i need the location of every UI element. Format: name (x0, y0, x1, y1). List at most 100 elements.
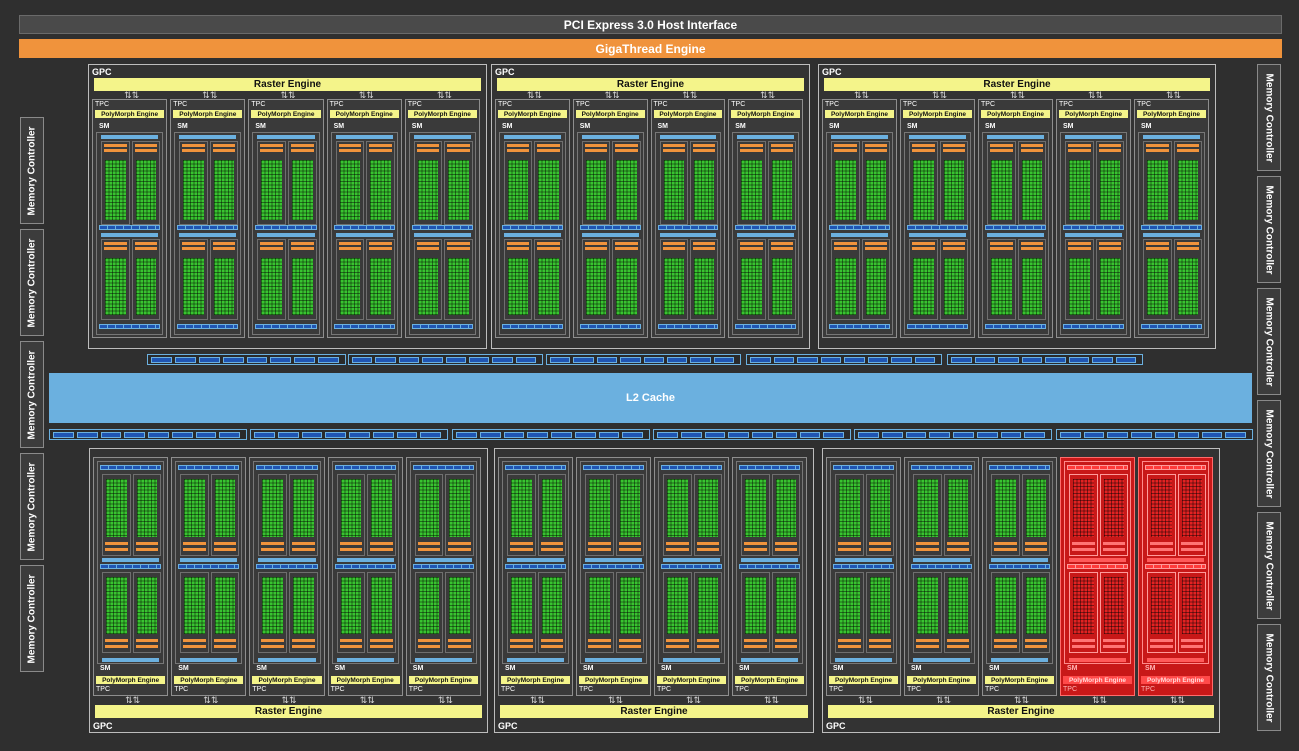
instruction-buffer (588, 639, 611, 642)
register-file (657, 224, 719, 230)
warp-scheduler (615, 246, 638, 250)
instruction-buffer (615, 144, 638, 147)
cuda-cores (106, 479, 127, 537)
sm-processing-block (1143, 238, 1172, 320)
sm-texture-cache (741, 557, 798, 562)
sm-processing-block (367, 474, 396, 556)
instruction-buffer (740, 241, 763, 245)
crossbar-top-5 (947, 354, 1143, 365)
cuda-cores (214, 576, 236, 634)
cuda-cores (449, 479, 470, 537)
register-file (829, 324, 890, 329)
warp-scheduler (1176, 149, 1199, 152)
memory-controller-label: Memory Controller (1263, 633, 1275, 722)
sm-label: SM (989, 665, 1000, 672)
sm-processing-block (288, 571, 318, 653)
polymorph-engine: PolyMorph Engine (575, 110, 645, 118)
crossbar-port (1000, 432, 1022, 438)
instruction-buffer (447, 241, 470, 245)
cuda-cores (105, 160, 126, 220)
warp-scheduler (507, 246, 530, 250)
sm-block (908, 461, 975, 664)
warp-scheduler (105, 547, 128, 551)
instruction-buffer (339, 541, 363, 545)
polymorph-engine: PolyMorph Engine (96, 676, 166, 684)
instruction-buffer (182, 144, 205, 147)
sm-processing-block (336, 474, 366, 556)
crossbar-port (713, 357, 734, 363)
gpu-block-diagram: PCI Express 3.0 Host Interface GigaThrea… (0, 0, 1299, 751)
warp-scheduler (212, 149, 236, 152)
sm-processing-block (534, 141, 563, 225)
instruction-buffer (183, 541, 206, 545)
crossbar-bottom-1 (49, 429, 247, 440)
sm-processing-block (445, 474, 474, 556)
polymorph-engine: PolyMorph Engine (907, 676, 976, 684)
cuda-cores (913, 160, 934, 220)
polymorph-engine: PolyMorph Engine (408, 676, 478, 684)
sm-l1-cache (909, 135, 966, 139)
cuda-cores (697, 576, 718, 634)
cuda-cores (370, 160, 391, 220)
sm-texture-cache (909, 232, 966, 237)
data-arrow: ⇅⇅ (1014, 695, 1030, 705)
cuda-cores (291, 160, 313, 220)
pci-express-host-interface: PCI Express 3.0 Host Interface (19, 15, 1282, 34)
cuda-cores (135, 257, 157, 315)
cuda-cores (865, 257, 886, 315)
instruction-buffer (994, 639, 1017, 642)
instruction-buffer (291, 541, 315, 545)
instruction-buffer (370, 541, 393, 545)
warp-scheduler (740, 149, 763, 152)
warp-scheduler (868, 645, 891, 648)
cuda-cores (511, 576, 532, 634)
tpc-label: TPC (498, 101, 512, 108)
cuda-cores (616, 160, 637, 220)
tpc-3-5: TPC PolyMorph Engine SM (1134, 99, 1209, 338)
warp-scheduler (834, 246, 857, 250)
warp-scheduler (1024, 547, 1047, 551)
sm-label: SM (1141, 123, 1152, 130)
sm-label: SM (412, 665, 424, 672)
data-arrow: ⇅⇅ (359, 695, 375, 705)
memory-controller-label: Memory Controller (1263, 409, 1275, 498)
instruction-buffer (692, 144, 716, 147)
instruction-buffer (1150, 639, 1173, 642)
sm-processing-block (909, 141, 938, 225)
crossbar-port (398, 357, 420, 363)
instruction-buffer (507, 241, 530, 245)
sm-processing-block (445, 571, 474, 653)
warp-scheduler (770, 246, 793, 250)
memory-controller-left-5: Memory Controller (20, 565, 44, 672)
warp-scheduler (1024, 645, 1047, 648)
warp-scheduler (1072, 547, 1095, 551)
instruction-buffer (369, 241, 392, 245)
polymorph-engine: PolyMorph Engine (653, 110, 723, 118)
crossbar-port (124, 432, 145, 438)
instruction-buffer (834, 144, 857, 147)
crossbar-port (456, 432, 477, 438)
memory-controller-right-5: Memory Controller (1257, 512, 1281, 619)
warp-scheduler (666, 547, 689, 551)
cuda-cores (1073, 479, 1094, 537)
crossbar-port (914, 357, 935, 363)
data-arrow: ⇅⇅ (203, 695, 219, 705)
sm-texture-cache (913, 557, 970, 562)
instruction-buffer (990, 241, 1013, 245)
instruction-buffer (618, 541, 641, 545)
crossbar-port (270, 357, 292, 363)
instruction-buffer (588, 541, 611, 545)
instruction-buffer (838, 639, 861, 642)
instruction-buffer (104, 241, 127, 245)
cuda-cores (616, 257, 637, 315)
crossbar-port (750, 357, 771, 363)
sm-processing-block (209, 141, 239, 225)
instruction-buffer (774, 639, 797, 642)
cuda-cores (417, 160, 439, 220)
crossbar-port (468, 357, 490, 363)
cuda-cores (292, 479, 314, 537)
instruction-buffer (213, 541, 237, 545)
sm-processing-block (537, 571, 566, 653)
instruction-buffer (338, 144, 362, 147)
sm-label: SM (334, 665, 346, 672)
